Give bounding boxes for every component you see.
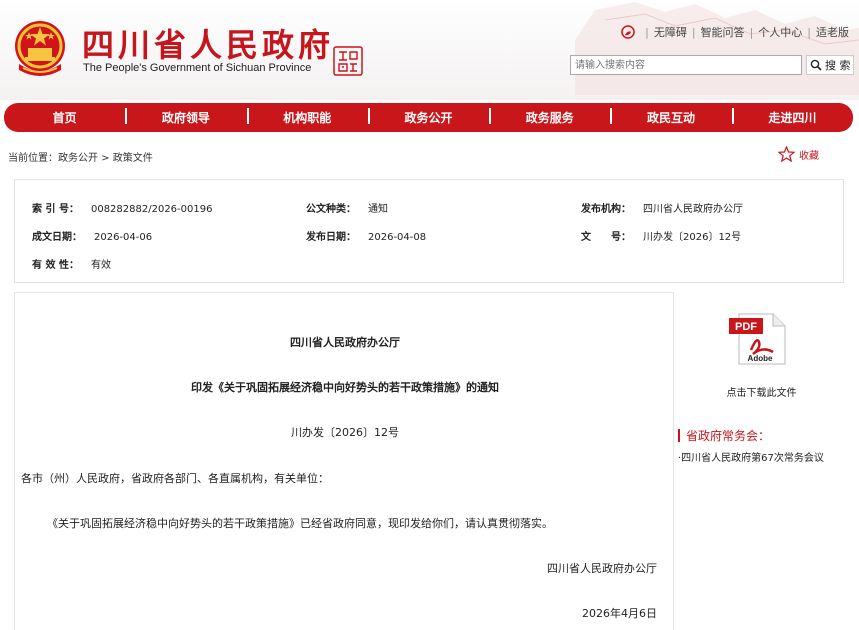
nav-institutions[interactable]: 机构职能 bbox=[246, 108, 368, 126]
document-content: 四川省人民政府办公厅 印发《关于巩固拓展经济稳中向好势头的若干政策措施》的通知 … bbox=[14, 292, 674, 630]
site-title-english: The People's Government of Sichuan Provi… bbox=[83, 62, 312, 74]
meta-published: 发布日期： 2026-04-08 bbox=[306, 228, 426, 243]
breadcrumb-item-open-government[interactable]: 政务公开 bbox=[58, 153, 98, 164]
meta-validity-value: 有效 bbox=[90, 260, 111, 271]
meta-index-value: 008282882/2026-00196 bbox=[90, 204, 213, 215]
sichuan-map-watermark bbox=[575, 2, 859, 95]
national-emblem-icon bbox=[15, 21, 65, 76]
meta-created: 成文日期： 2026-04-06 bbox=[32, 228, 152, 243]
section-bar bbox=[678, 429, 680, 442]
nav-open-government[interactable]: 政务公开 bbox=[367, 108, 489, 126]
meta-index: 索 引 号： 008282882/2026-00196 bbox=[32, 200, 212, 215]
star-icon bbox=[778, 146, 795, 162]
pdf-download-icon[interactable]: PDF Adobe bbox=[729, 310, 789, 366]
weibo-icon[interactable] bbox=[620, 24, 636, 40]
seal-logo bbox=[333, 46, 363, 76]
breadcrumb-item-policy-files[interactable]: 政策文件 bbox=[113, 153, 153, 164]
document-signature: 四川省人民政府办公厅 bbox=[547, 562, 657, 575]
favorite-label: 收藏 bbox=[799, 150, 819, 162]
meta-issuer-value: 四川省人民政府办公厅 bbox=[643, 204, 743, 215]
meta-validity-label: 有 效 性： bbox=[32, 260, 79, 271]
search-button[interactable]: 搜 索 bbox=[806, 55, 854, 75]
link-elder-version[interactable]: 适老版 bbox=[816, 24, 849, 40]
search-icon bbox=[810, 59, 822, 71]
document-title: 印发《关于巩固拓展经济稳中向好势头的若干政策措施》的通知 bbox=[191, 381, 499, 394]
meta-docno-label: 文 号： bbox=[581, 232, 631, 243]
link-smart-qa[interactable]: 智能问答 bbox=[701, 24, 745, 40]
meta-issuer-label: 发布机构： bbox=[581, 204, 631, 215]
meta-published-label: 发布日期： bbox=[306, 232, 356, 243]
meta-type-label: 公文种类： bbox=[306, 204, 356, 215]
nav-services[interactable]: 政务服务 bbox=[489, 108, 610, 126]
breadcrumb-label: 当前位置： bbox=[8, 153, 58, 164]
document-date: 2026年4月6日 bbox=[582, 607, 657, 620]
meta-created-label: 成文日期： bbox=[32, 232, 82, 243]
favorite-button[interactable]: 收藏 bbox=[778, 146, 819, 162]
site-header: 四川省人民政府 The People's Government of Sichu… bbox=[0, 0, 859, 100]
side-section-title: 省政府常务会： bbox=[678, 427, 770, 444]
breadcrumb: 当前位置：政务公开 > 政策文件 bbox=[8, 149, 153, 164]
meta-created-value: 2026-04-06 bbox=[94, 232, 153, 243]
meta-type-value: 通知 bbox=[368, 204, 388, 215]
nav-interaction[interactable]: 政民互动 bbox=[610, 108, 731, 126]
search-input[interactable] bbox=[570, 55, 802, 75]
side-panel: PDF Adobe 点击下载此文件 省政府常务会： ·四川省人民政府第67次常务… bbox=[674, 292, 849, 630]
meta-issuer: 发布机构： 四川省人民政府办公厅 bbox=[581, 200, 743, 215]
search-button-label: 搜 索 bbox=[825, 59, 851, 72]
meeting-link[interactable]: ·四川省人民政府第67次常务会议 bbox=[678, 449, 824, 464]
nav-home[interactable]: 首页 bbox=[4, 109, 125, 126]
meta-docno-value: 川办发〔2026〕12号 bbox=[643, 232, 742, 243]
link-accessibility[interactable]: 无障碍 bbox=[654, 24, 687, 40]
document-number: 川办发〔2026〕12号 bbox=[291, 426, 399, 439]
nav-about-sichuan[interactable]: 走进四川 bbox=[731, 108, 853, 126]
link-personal-center[interactable]: 个人中心 bbox=[758, 24, 802, 40]
meta-validity: 有 效 性： 有效 bbox=[32, 256, 111, 271]
meta-index-label: 索 引 号： bbox=[32, 204, 79, 215]
meta-docno: 文 号： 川办发〔2026〕12号 bbox=[581, 228, 741, 243]
search-bar: 搜 索 bbox=[570, 55, 854, 75]
nav-leaders[interactable]: 政府领导 bbox=[125, 108, 246, 126]
document-body: 《关于巩固拓展经济稳中向好势头的若干政策措施》已经省政府同意，现印发给你们，请认… bbox=[47, 517, 553, 530]
adobe-label: Adobe bbox=[748, 354, 773, 363]
document-meta: 索 引 号： 008282882/2026-00196 公文种类： 通知 发布机构：… bbox=[14, 179, 844, 283]
pdf-label: PDF bbox=[735, 321, 757, 333]
side-section-title-text: 省政府常务会： bbox=[686, 429, 771, 443]
meta-type: 公文种类： 通知 bbox=[306, 200, 388, 215]
utility-links: | 无障碍 | 智能问答 | 个人中心 | 适老版 bbox=[620, 24, 849, 40]
breadcrumb-separator: > bbox=[98, 153, 113, 164]
download-file-link[interactable]: 点击下载此文件 bbox=[674, 384, 849, 399]
site-title[interactable]: 四川省人民政府 bbox=[82, 20, 334, 66]
document-org: 四川省人民政府办公厅 bbox=[290, 336, 400, 349]
meta-published-value: 2026-04-08 bbox=[368, 232, 427, 243]
document-recipients: 各市（州）人民政府，省政府各部门、各直属机构，有关单位： bbox=[21, 472, 329, 485]
main-nav: 首页 政府领导 机构职能 政务公开 政务服务 政民互动 走进四川 bbox=[4, 103, 853, 132]
